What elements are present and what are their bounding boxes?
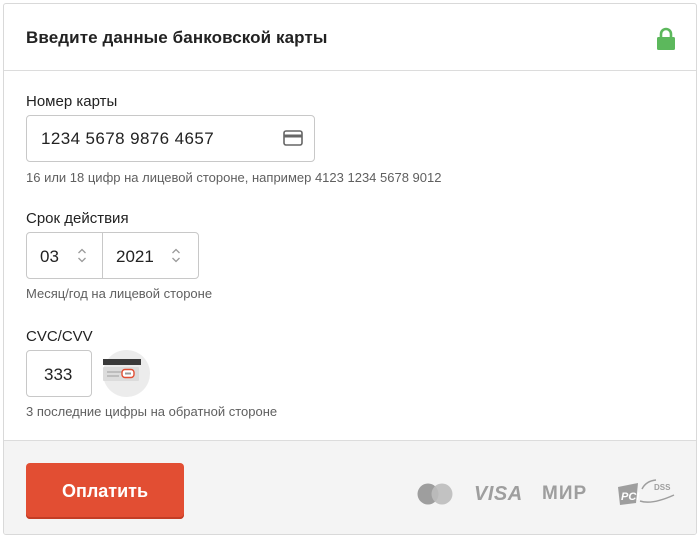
expiry-year-select[interactable]: 2021 — [102, 232, 199, 279]
form-footer: Оплатить VISA МИР PCI DSS — [4, 440, 696, 534]
card-number-input[interactable]: 1234 5678 9876 4657 — [26, 115, 315, 162]
svg-text:PCI: PCI — [621, 491, 640, 503]
form-title: Введите данные банковской карты — [26, 28, 328, 47]
cvc-input[interactable]: 333 — [26, 350, 92, 397]
updown-chevron-icon — [78, 248, 86, 263]
visa-logo: VISA — [474, 483, 523, 505]
card-back-cvc-icon — [103, 350, 150, 397]
form-header: Введите данные банковской карты — [4, 4, 696, 71]
card-number-label: Номер карты — [26, 93, 118, 110]
cvc-value[interactable]: 333 — [44, 365, 72, 385]
expiry-year-value[interactable]: 2021 — [116, 247, 154, 267]
mir-logo: МИР — [542, 483, 588, 504]
card-number-value[interactable]: 1234 5678 9876 4657 — [41, 129, 214, 149]
credit-card-icon — [283, 130, 303, 146]
lock-icon — [657, 27, 675, 50]
expiry-hint: Месяц/год на лицевой стороне — [26, 286, 213, 301]
updown-chevron-icon — [172, 248, 180, 263]
cvc-hint: 3 последние цифры на обратной стороне — [26, 404, 278, 419]
expiry-month-select[interactable]: 03 — [26, 232, 103, 279]
pci-dss-logo-icon: PCI DSS — [618, 479, 675, 505]
expiry-label: Срок действия — [26, 210, 129, 227]
payment-form: Введите данные банковской карты Номер ка… — [3, 3, 697, 535]
pci-dss-text: DSS — [654, 483, 671, 492]
cvc-label: CVC/CVV — [26, 328, 93, 345]
mastercard-logo-icon — [417, 483, 453, 505]
card-number-hint: 16 или 18 цифр на лицевой стороне, напри… — [26, 170, 442, 185]
payment-logos: VISA МИР PCI DSS — [4, 479, 696, 509]
expiry-month-value[interactable]: 03 — [40, 247, 59, 267]
